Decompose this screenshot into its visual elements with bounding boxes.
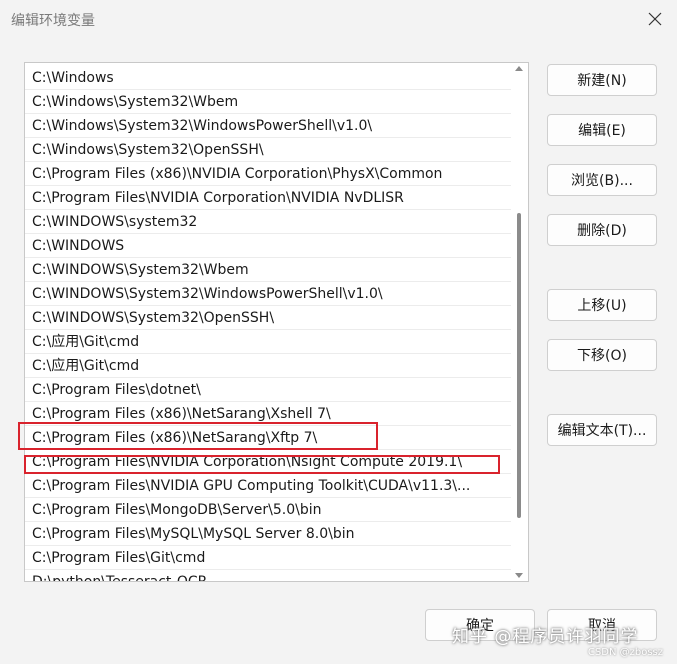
list-item[interactable]: C:\Program Files\Git\cmd <box>25 546 511 570</box>
list-item[interactable]: C:\Windows <box>25 66 511 90</box>
zhihu-watermark: 知乎 @程序员许羽同学 <box>452 627 639 647</box>
list-item[interactable]: C:\Program Files\MongoDB\Server\5.0\bin <box>25 498 511 522</box>
list-item[interactable]: C:\Program Files (x86)\NetSarang\Xshell … <box>25 402 511 426</box>
csdn-watermark: CSDN @zbossz <box>587 647 663 658</box>
list-item[interactable]: C:\Windows\System32\WindowsPowerShell\v1… <box>25 114 511 138</box>
list-item[interactable]: C:\WINDOWS\system32 <box>25 210 511 234</box>
edit-text-button[interactable]: 编辑文本(T)... <box>547 414 657 446</box>
list-item[interactable]: C:\Program Files\NVIDIA Corporation\Nsig… <box>25 450 511 474</box>
list-item[interactable]: C:\Windows\System32\Wbem <box>25 90 511 114</box>
scroll-down-arrow-icon[interactable] <box>515 573 523 578</box>
list-item[interactable]: D:\python\Tesseract-OCR <box>25 570 511 581</box>
delete-button[interactable]: 删除(D) <box>547 214 657 246</box>
list-item[interactable]: C:\WINDOWS\System32\Wbem <box>25 258 511 282</box>
close-button[interactable] <box>639 4 671 34</box>
list-item[interactable]: C:\WINDOWS\System32\WindowsPowerShell\v1… <box>25 282 511 306</box>
move-down-button[interactable]: 下移(O) <box>547 339 657 371</box>
path-list[interactable]: C:\Windows C:\Windows\System32\Wbem C:\Win… <box>25 66 511 581</box>
scroll-up-arrow-icon[interactable] <box>515 66 523 71</box>
list-item[interactable]: C:\WINDOWS <box>25 234 511 258</box>
move-up-button[interactable]: 上移(U) <box>547 289 657 321</box>
window-title: 编辑环境变量 <box>11 13 95 29</box>
title-bar: 编辑环境变量 <box>0 0 677 38</box>
list-item[interactable]: C:\Program Files\dotnet\ <box>25 378 511 402</box>
list-item[interactable]: C:\Program Files (x86)\NetSarang\Xftp 7\ <box>25 426 511 450</box>
list-item[interactable]: C:\Program Files\NVIDIA GPU Computing To… <box>25 474 511 498</box>
vertical-scrollbar[interactable] <box>511 63 528 581</box>
list-item[interactable]: C:\应用\Git\cmd <box>25 330 511 354</box>
list-item[interactable]: C:\Program Files\MySQL\MySQL Server 8.0\… <box>25 522 511 546</box>
edit-button[interactable]: 编辑(E) <box>547 114 657 146</box>
list-item[interactable]: C:\WINDOWS\System32\OpenSSH\ <box>25 306 511 330</box>
list-item[interactable]: C:\Windows\System32\OpenSSH\ <box>25 138 511 162</box>
list-item[interactable]: C:\Program Files\NVIDIA Corporation\NVID… <box>25 186 511 210</box>
browse-button[interactable]: 浏览(B)... <box>547 164 657 196</box>
list-item[interactable]: C:\Program Files (x86)\NVIDIA Corporatio… <box>25 162 511 186</box>
scroll-thumb[interactable] <box>517 213 521 518</box>
list-item[interactable]: C:\应用\Git\cmd <box>25 354 511 378</box>
new-button[interactable]: 新建(N) <box>547 64 657 96</box>
path-list-box[interactable]: C:\Windows C:\Windows\System32\Wbem C:\Win… <box>24 62 529 582</box>
close-icon <box>648 12 662 26</box>
